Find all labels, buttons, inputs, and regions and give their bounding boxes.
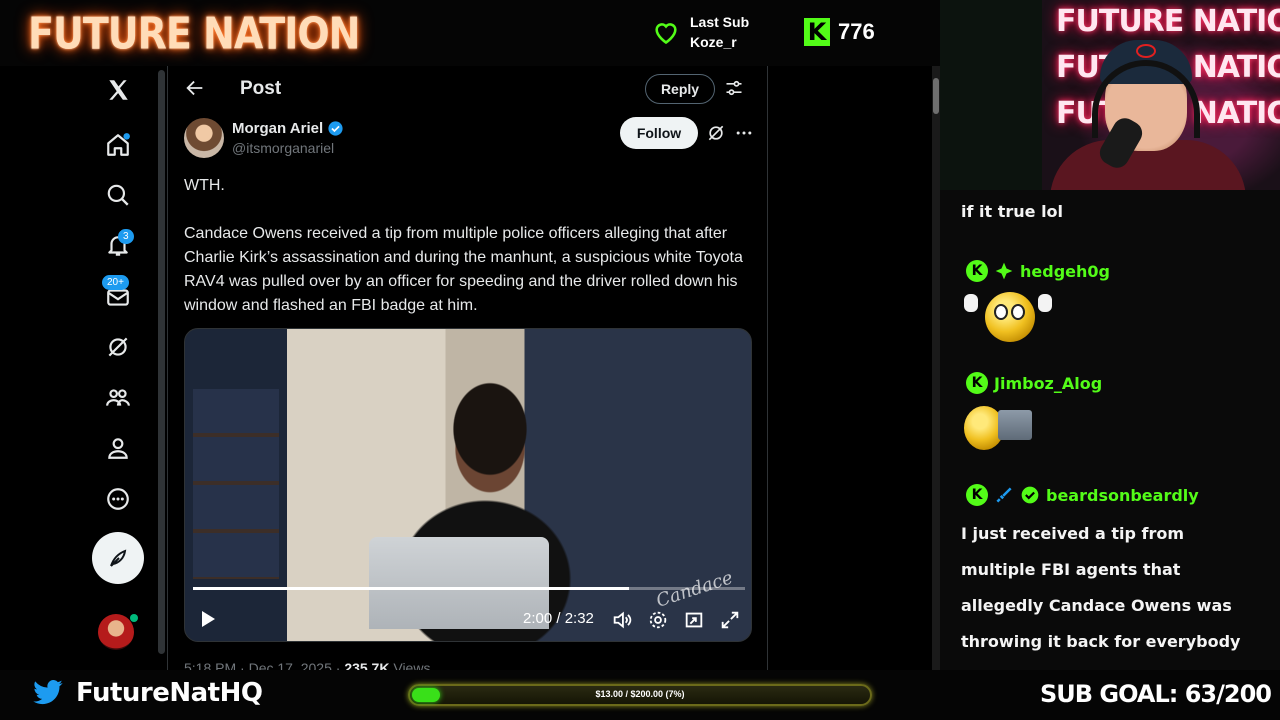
emote-face (985, 292, 1035, 342)
video-progress-fill (193, 587, 630, 590)
chat-username[interactable]: beardsonbeardly (1046, 486, 1199, 505)
last-sub-user: Koze_r (690, 34, 737, 50)
kick-badge-icon: K (966, 484, 988, 506)
verified-shield-icon (1021, 486, 1039, 504)
tweet-meta: 5:18 PM · Dec 17, 2025 · 235.7K Views (184, 660, 430, 670)
stream-bottom-bar: FutureNatHQ $13.00 / $200.00 (7%) SUB GO… (0, 670, 1280, 720)
reply-button[interactable]: Reply (645, 74, 715, 104)
last-sub-label: Last Sub (690, 14, 750, 30)
video-progress-bar[interactable] (193, 587, 745, 590)
grok-icon[interactable] (706, 123, 726, 143)
home-icon[interactable] (92, 125, 144, 165)
video-scene-laptop (369, 537, 549, 629)
post-header: Post Reply (168, 66, 768, 112)
chat-message-text: if it true lol (961, 202, 1064, 221)
chat-message-user[interactable]: K beardsonbeardly (966, 484, 1199, 506)
chat-message-user[interactable]: K Jimboz_Alog (966, 372, 1102, 394)
follow-button[interactable]: Follow (620, 117, 698, 149)
tweet-timestamp[interactable]: 5:18 PM · Dec 17, 2025 · (184, 660, 344, 670)
grok-icon[interactable] (92, 327, 144, 367)
page-scrollbar-thumb[interactable] (933, 78, 939, 114)
online-status-dot (130, 614, 138, 622)
notifications-badge: 3 (118, 229, 134, 244)
emote-computer (998, 410, 1032, 440)
notifications-icon[interactable]: 3 (92, 226, 144, 266)
video-player[interactable]: Candace 2:00 / 2:32 (184, 328, 752, 642)
tweet-view-count: 235.7K (344, 660, 390, 670)
picture-in-picture-icon[interactable] (683, 609, 705, 631)
chat-message-text: I just received a tip from multiple FBI … (961, 524, 1241, 670)
chat-username[interactable]: Jimboz_Alog (994, 374, 1102, 393)
chat-panel: if it true lol K hedgeh0g K Jimboz_Alog … (940, 190, 1280, 670)
cam-neon-sign: FUTURE NATION (1056, 4, 1280, 39)
back-arrow-icon[interactable] (184, 77, 206, 99)
author-handle[interactable]: @itsmorganariel (232, 140, 334, 156)
kick-follower-count: K 776 (804, 18, 875, 46)
heart-icon (655, 23, 677, 45)
author-avatar[interactable] (184, 118, 224, 158)
video-scene-shelf (193, 389, 279, 579)
sword-badge-icon (996, 487, 1012, 503)
search-icon[interactable] (92, 175, 144, 215)
feather-icon (110, 549, 127, 567)
tweet-line-2: Candace Owens received a tip from multip… (184, 225, 743, 314)
post-column: Post Reply Morgan Ariel @itsmorganariel … (167, 66, 768, 670)
verified-badge-icon (328, 121, 343, 136)
webcam-feed: FUTURE NATION FUTURE NATION FUTURE NATIO… (940, 0, 1280, 190)
tweet-text: WTH. Candace Owens received a tip from m… (184, 174, 754, 342)
tweet-line-1: WTH. (184, 177, 225, 194)
emote-waving-hand (964, 294, 978, 312)
sub-goal: SUB GOAL: 63/200 (1040, 680, 1272, 708)
donation-goal-text: $13.00 / $200.00 (7%) (595, 689, 685, 699)
volume-icon[interactable] (611, 609, 633, 631)
page-scrollbar[interactable] (932, 66, 940, 670)
sliders-icon[interactable] (724, 78, 744, 98)
chat-message-user[interactable]: K hedgeh0g (966, 260, 1110, 282)
donation-goal-bar: $13.00 / $200.00 (7%) (408, 684, 872, 706)
last-sub-widget: Last Sub Koze_r (652, 12, 749, 52)
author-name-row[interactable]: Morgan Ariel (232, 120, 344, 137)
kick-badge-icon: K (966, 372, 988, 394)
settings-gear-icon[interactable] (647, 609, 669, 631)
play-icon[interactable] (195, 607, 219, 631)
messages-badge: 20+ (102, 275, 129, 290)
stream-top-bar: FUTURE NATION Last Sub Koze_r K 776 (0, 0, 940, 66)
twitter-bird-icon (33, 680, 63, 705)
author-name[interactable]: Morgan Ariel (232, 120, 323, 137)
sidebar-scrollbar[interactable] (158, 70, 165, 654)
cap-logo (1136, 44, 1156, 58)
brand-logo: FUTURE NATION (28, 8, 360, 59)
kick-logo-icon: K (804, 18, 830, 46)
video-time: 2:00 / 2:32 (523, 610, 594, 627)
emote-waving-hand (1038, 294, 1052, 312)
page-title: Post (240, 78, 282, 99)
sparkle-badge-icon (995, 262, 1013, 280)
messages-icon[interactable]: 20+ (92, 275, 144, 317)
fullscreen-icon[interactable] (719, 609, 741, 631)
x-browser-capture: 3 20+ Post Reply Morgan Ariel @itsmorgan… (0, 66, 940, 670)
x-logo-icon[interactable] (92, 70, 144, 110)
more-options-icon[interactable] (92, 479, 144, 519)
more-horizontal-icon[interactable] (734, 123, 754, 143)
profile-icon[interactable] (92, 428, 144, 468)
chat-username[interactable]: hedgeh0g (1020, 262, 1110, 281)
kick-count-value: 776 (838, 19, 875, 44)
kick-badge-icon: K (966, 260, 988, 282)
tweet-views-label: Views (389, 660, 431, 670)
account-avatar[interactable] (98, 614, 134, 650)
twitter-handle: FutureNatHQ (76, 678, 263, 708)
communities-icon[interactable] (92, 378, 144, 418)
compose-post-button[interactable] (92, 532, 144, 584)
